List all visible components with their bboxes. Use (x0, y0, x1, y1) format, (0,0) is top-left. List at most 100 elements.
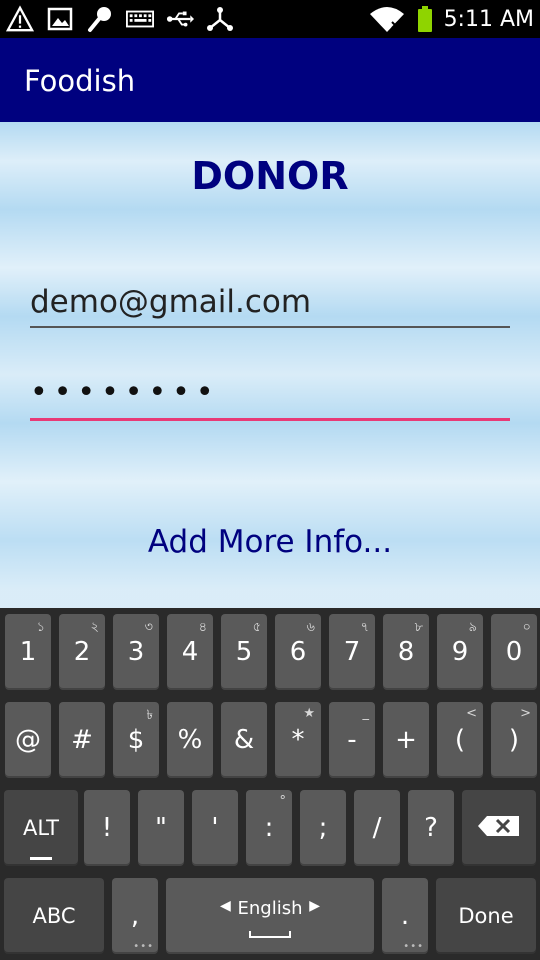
key-row1-8[interactable]: 9৯ (437, 614, 483, 690)
key-row3-6[interactable]: / (354, 790, 400, 866)
key-row2-7[interactable]: + (383, 702, 429, 778)
key-row2-3[interactable]: % (167, 702, 213, 778)
period-key[interactable]: . ••• (382, 878, 428, 954)
alt-indicator (30, 857, 52, 860)
key-row2-2-label: $ (127, 725, 145, 755)
key-row2-6-alt-label: _ (362, 706, 370, 721)
backspace-icon (477, 815, 521, 841)
key-row1-3[interactable]: 4৪ (167, 614, 213, 690)
key-row1-6[interactable]: 7৭ (329, 614, 375, 690)
status-bar-right: 5:11 AM (368, 0, 534, 38)
key-row3-7[interactable]: ? (408, 790, 454, 866)
key-row2-9-alt-label: > (520, 706, 531, 721)
key-row2-2[interactable]: $ ৳ (113, 702, 159, 778)
password-mask: •••••••• (30, 375, 220, 410)
clock-time: 5:11 AM (443, 6, 534, 32)
email-value: demo@gmail.com (30, 284, 312, 320)
battery-icon (416, 5, 434, 33)
key-row1-0-label: 1 (19, 637, 37, 667)
key-row1-0-alt-label: ১ (36, 620, 45, 635)
backspace-key[interactable] (462, 790, 536, 866)
key-row3-4-alt-label: ° (279, 794, 287, 809)
key-row1-4-alt-label: ৫ (252, 620, 261, 635)
key-row1-4[interactable]: 5৫ (221, 614, 267, 690)
key-row2-3-label: % (177, 725, 203, 755)
share-icon (206, 5, 234, 33)
key-row3-5-label: ; (318, 813, 328, 843)
add-more-info-link[interactable]: Add More Info... (0, 524, 540, 560)
key-row1-7-label: 8 (397, 637, 415, 667)
abc-key[interactable]: ABC (4, 878, 104, 954)
page-title: DONOR (191, 154, 349, 198)
key-row3-4-label: : (264, 813, 274, 843)
key-row2-2-alt-label: ৳ (146, 708, 153, 723)
more-dots: ••• (133, 941, 154, 952)
key-row3-2-label: " (155, 813, 167, 843)
comma-key[interactable]: , ••• (112, 878, 158, 954)
key-row1-1-alt-label: ২ (90, 620, 99, 635)
key-row1-7-alt-label: ৮ (414, 620, 423, 635)
key-row1-2-alt-label: ৩ (144, 620, 153, 635)
key-row1-2-label: 3 (127, 637, 145, 667)
key-row2-9-label: ) (508, 725, 520, 755)
key-row3-1[interactable]: ! (84, 790, 130, 866)
key-row3-2[interactable]: " (138, 790, 184, 866)
key-row1-6-alt-label: ৭ (360, 620, 369, 635)
space-key[interactable]: ◀ English ▶ (166, 878, 374, 954)
key-row2-4[interactable]: & (221, 702, 267, 778)
key-row1-2[interactable]: 3৩ (113, 614, 159, 690)
key-row1-9[interactable]: 0০ (491, 614, 537, 690)
key-row3-4[interactable]: : ° (246, 790, 292, 866)
donor-login-form: DONOR demo@gmail.com •••••••• Add More I… (0, 122, 540, 608)
key-row2-5-alt-label: ★ (303, 706, 315, 721)
key-row1-4-label: 5 (235, 637, 253, 667)
key-row2-5-label: * (291, 725, 305, 755)
key-row1-5[interactable]: 6৬ (275, 614, 321, 690)
key-row1-5-alt-label: ৬ (306, 620, 315, 635)
key-row1-3-alt-label: ৪ (198, 620, 207, 635)
key-row2-1-label: # (71, 725, 93, 755)
alt-key-label: ALT (22, 816, 59, 840)
done-key[interactable]: Done (436, 878, 536, 954)
warning-icon (6, 5, 34, 33)
period-key-label: . (400, 901, 410, 931)
wifi-icon (368, 5, 406, 33)
space-bar-icon (249, 931, 291, 938)
key-row1-6-label: 7 (343, 637, 361, 667)
key-row3-3-label: ' (211, 813, 219, 843)
key-row3-3[interactable]: ' (192, 790, 238, 866)
password-field[interactable]: •••••••• (30, 374, 510, 421)
key-row1-0[interactable]: 1১ (5, 614, 51, 690)
key-row2-8-alt-label: < (466, 706, 477, 721)
status-bar: 5:11 AM (0, 0, 540, 38)
app-bar: Foodish (0, 38, 540, 122)
key-row2-6[interactable]: - _ (329, 702, 375, 778)
key-row1-1-label: 2 (73, 637, 91, 667)
key-row2-0[interactable]: @ (5, 702, 51, 778)
key-row1-8-label: 9 (451, 637, 469, 667)
keyboard-icon (126, 5, 154, 33)
key-row2-0-label: @ (15, 725, 41, 755)
key-row1-5-label: 6 (289, 637, 307, 667)
image-icon (46, 5, 74, 33)
soft-keyboard: ABC , ••• ◀ English ▶ . ••• Done 1১2২3৩4… (0, 608, 540, 960)
key-row1-9-label: 0 (505, 637, 523, 667)
done-key-label: Done (458, 904, 514, 928)
key-row1-8-alt-label: ৯ (468, 620, 477, 635)
key-row1-3-label: 4 (181, 637, 199, 667)
key-row3-6-label: / (372, 813, 382, 843)
key-row2-5[interactable]: * ★ (275, 702, 321, 778)
key-row1-9-alt-label: ০ (522, 620, 531, 635)
key-row1-7[interactable]: 8৮ (383, 614, 429, 690)
key-row3-1-label: ! (101, 813, 113, 843)
key-row3-5[interactable]: ; (300, 790, 346, 866)
key-row3-7-label: ? (424, 813, 438, 843)
key-row1-1[interactable]: 2২ (59, 614, 105, 690)
key-row2-9[interactable]: ) > (491, 702, 537, 778)
more-dots: ••• (403, 941, 424, 952)
abc-key-label: ABC (32, 904, 76, 928)
key-row2-8[interactable]: (< (437, 702, 483, 778)
email-field[interactable]: demo@gmail.com (30, 282, 510, 328)
alt-key[interactable]: ALT (4, 790, 78, 866)
key-row2-1[interactable]: # (59, 702, 105, 778)
